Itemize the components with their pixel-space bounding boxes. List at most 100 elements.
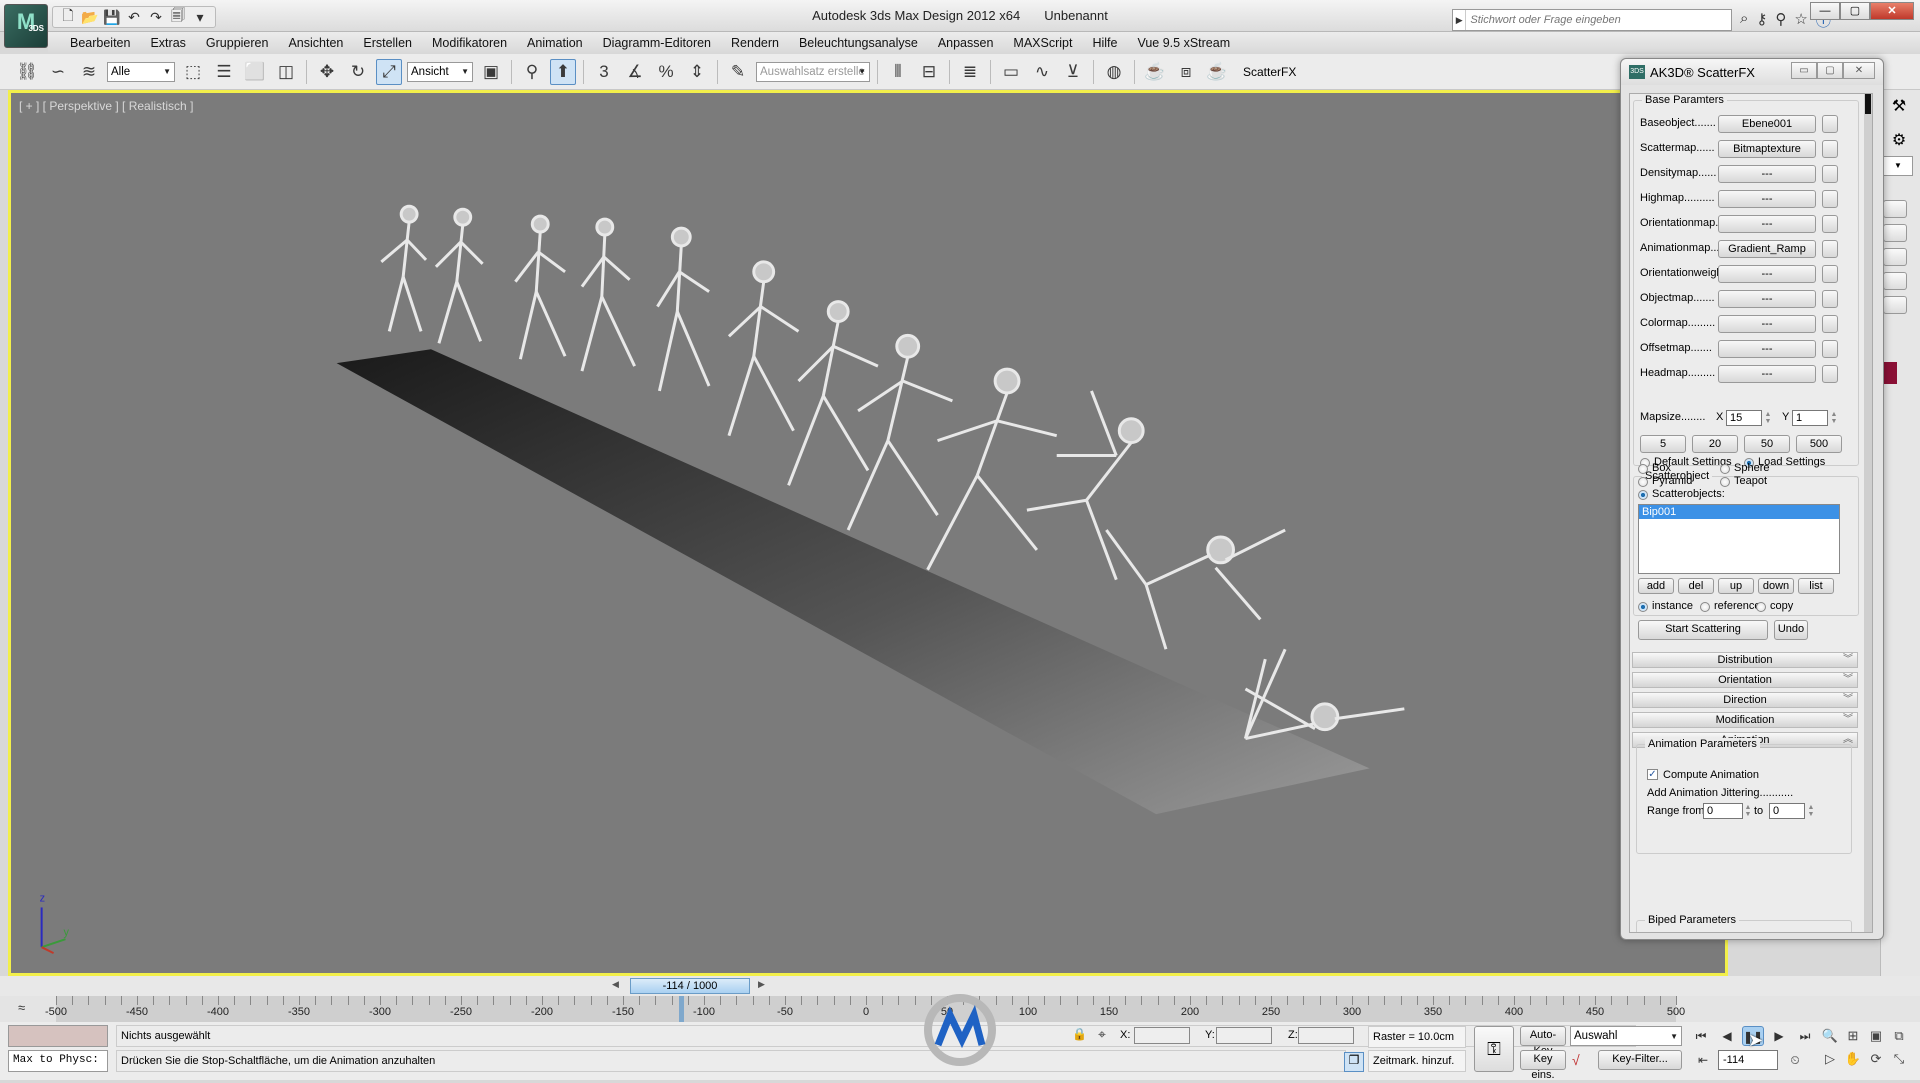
map-button[interactable]: Gradient_Ramp: [1718, 240, 1816, 258]
dialog-minimize-button[interactable]: ▭: [1791, 62, 1817, 79]
z-coord-field[interactable]: [1298, 1027, 1354, 1044]
x-coord-field[interactable]: [1134, 1027, 1190, 1044]
object-type-radio[interactable]: [1638, 477, 1648, 487]
menu-beleuchtungsanalyse[interactable]: Beleuchtungsanalyse: [789, 36, 928, 50]
absolute-mode-icon[interactable]: ⌖: [1098, 1026, 1106, 1043]
scatter-list-item[interactable]: Bip001: [1639, 505, 1839, 519]
object-type-radio[interactable]: [1638, 464, 1648, 474]
panel-button[interactable]: [1883, 200, 1907, 218]
pivot-center-icon[interactable]: ▣: [478, 59, 504, 85]
panel-button[interactable]: [1883, 224, 1907, 242]
star-icon[interactable]: ☆: [1794, 10, 1807, 31]
copy-mode-radio[interactable]: [1756, 602, 1766, 612]
select-by-name-icon[interactable]: ☰: [211, 59, 237, 85]
zoom-icon[interactable]: 🔍: [1820, 1026, 1840, 1046]
angle-snap-icon[interactable]: ∡: [622, 59, 648, 85]
window-crossing-icon[interactable]: ◫: [273, 59, 299, 85]
menu-anpassen[interactable]: Anpassen: [928, 36, 1004, 50]
map-button[interactable]: ---: [1718, 165, 1816, 183]
map-button[interactable]: ---: [1718, 365, 1816, 383]
compute-animation-checkbox[interactable]: ✓: [1647, 769, 1658, 780]
layer-manager-icon[interactable]: ≣: [957, 59, 983, 85]
time-tag-icon[interactable]: ❐: [1344, 1052, 1364, 1072]
map-button[interactable]: ---: [1718, 265, 1816, 283]
object-type-radio[interactable]: [1720, 464, 1730, 474]
map-clear-button[interactable]: [1822, 240, 1838, 258]
link-icon[interactable]: ⛓: [14, 59, 40, 85]
mapsize-preset-button[interactable]: 5: [1640, 435, 1686, 453]
list-down-button[interactable]: down: [1758, 578, 1794, 594]
key-selection-dropdown[interactable]: Auswahl: [1570, 1026, 1682, 1046]
maxscript-listener-field[interactable]: Max to Physc:: [8, 1050, 108, 1072]
spinner-arrows-icon[interactable]: ▲ ▼: [1807, 804, 1815, 818]
range-from-spinner[interactable]: 0: [1703, 803, 1743, 819]
map-clear-button[interactable]: [1822, 290, 1838, 308]
scatterfx-toolbar-button[interactable]: ScatterFX: [1235, 65, 1296, 79]
search-input[interactable]: [1466, 14, 1731, 26]
time-configuration-icon[interactable]: ⏲: [1784, 1050, 1806, 1070]
panel-button[interactable]: [1883, 296, 1907, 314]
dialog-close-button[interactable]: ✕: [1843, 62, 1875, 79]
application-menu-button[interactable]: M 3DS: [4, 4, 48, 48]
material-editor-icon[interactable]: ◍: [1101, 59, 1127, 85]
key-filter-button[interactable]: Key-Filter...: [1598, 1050, 1682, 1070]
map-clear-button[interactable]: [1822, 365, 1838, 383]
object-type-radio[interactable]: [1720, 477, 1730, 487]
time-slider[interactable]: -114 / 1000: [630, 978, 750, 994]
auto-key-button[interactable]: Auto-Key: [1520, 1026, 1566, 1057]
selection-lock-icon[interactable]: 🔒: [1072, 1027, 1087, 1041]
copy-mode-radio[interactable]: [1638, 602, 1648, 612]
y-coord-field[interactable]: [1216, 1027, 1272, 1044]
color-swatch[interactable]: [1883, 362, 1897, 384]
list-del-button[interactable]: del: [1678, 578, 1714, 594]
set-key-mode-button[interactable]: Key eins.: [1520, 1050, 1566, 1081]
graphite-tools-icon[interactable]: ▭: [998, 59, 1024, 85]
named-selection-set-dropdown[interactable]: Auswahlsatz erstelle: [756, 61, 870, 82]
unlink-icon[interactable]: ∽: [45, 59, 71, 85]
time-next-arrow-icon[interactable]: ▶: [758, 979, 765, 990]
mapsize-preset-button[interactable]: 20: [1692, 435, 1738, 453]
copy-mode-radio[interactable]: [1700, 602, 1710, 612]
map-button[interactable]: ---: [1718, 190, 1816, 208]
list-up-button[interactable]: up: [1718, 578, 1754, 594]
map-clear-button[interactable]: [1822, 165, 1838, 183]
previous-frame-icon[interactable]: ◀: [1716, 1026, 1738, 1046]
zoom-all-icon[interactable]: ⊞: [1843, 1026, 1863, 1046]
map-clear-button[interactable]: [1822, 315, 1838, 333]
map-button[interactable]: Ebene001: [1718, 115, 1816, 133]
current-frame-field[interactable]: -114: [1718, 1050, 1778, 1070]
move-icon[interactable]: ✥: [314, 59, 340, 85]
zoom-extents-all-icon[interactable]: ⧉: [1889, 1026, 1909, 1046]
mirror-icon[interactable]: ⫴: [885, 59, 911, 85]
menu-modifikatoren[interactable]: Modifikatoren: [422, 36, 517, 50]
menu-animation[interactable]: Animation: [517, 36, 593, 50]
satellite-icon[interactable]: ⚲: [1775, 10, 1786, 31]
dialog-maximize-button[interactable]: ▢: [1817, 62, 1843, 79]
trackbar-ruler[interactable]: -500 -450 -400 -350 -300 -250 -200 -150 -100 -50 0…: [45, 996, 1685, 1022]
map-button[interactable]: ---: [1718, 315, 1816, 333]
spinner-arrows-icon[interactable]: ▲ ▼: [1764, 411, 1772, 425]
select-object-icon[interactable]: ⬚: [180, 59, 206, 85]
mapsize-preset-button[interactable]: 50: [1744, 435, 1790, 453]
menu-erstellen[interactable]: Erstellen: [353, 36, 422, 50]
schematic-view-icon[interactable]: ⊻: [1060, 59, 1086, 85]
map-clear-button[interactable]: [1822, 215, 1838, 233]
rollout-direction[interactable]: Direction ︾: [1632, 692, 1858, 708]
undo-button[interactable]: Undo: [1774, 620, 1808, 640]
reference-coord-dropdown[interactable]: Ansicht: [407, 61, 473, 82]
map-clear-button[interactable]: [1822, 265, 1838, 283]
render-production-icon[interactable]: ☕: [1204, 59, 1230, 85]
key-icon[interactable]: ⚷: [1756, 10, 1767, 31]
next-frame-icon[interactable]: ▶: [1768, 1026, 1790, 1046]
menu-ansichten[interactable]: Ansichten: [278, 36, 353, 50]
mapsize-x-spinner[interactable]: 15: [1726, 410, 1762, 426]
map-button[interactable]: Bitmaptexture: [1718, 140, 1816, 158]
zoom-extents-icon[interactable]: ▣: [1866, 1026, 1886, 1046]
object-type-radio[interactable]: [1638, 490, 1648, 500]
dialog-scrollbar[interactable]: [1864, 94, 1872, 932]
minimize-button[interactable]: —: [1810, 2, 1840, 20]
map-button[interactable]: ---: [1718, 290, 1816, 308]
scrollbar-thumb[interactable]: [1865, 94, 1871, 114]
scatter-objects-list[interactable]: Bip001: [1638, 504, 1840, 574]
utilities-gear-icon[interactable]: ⚙: [1885, 130, 1913, 154]
